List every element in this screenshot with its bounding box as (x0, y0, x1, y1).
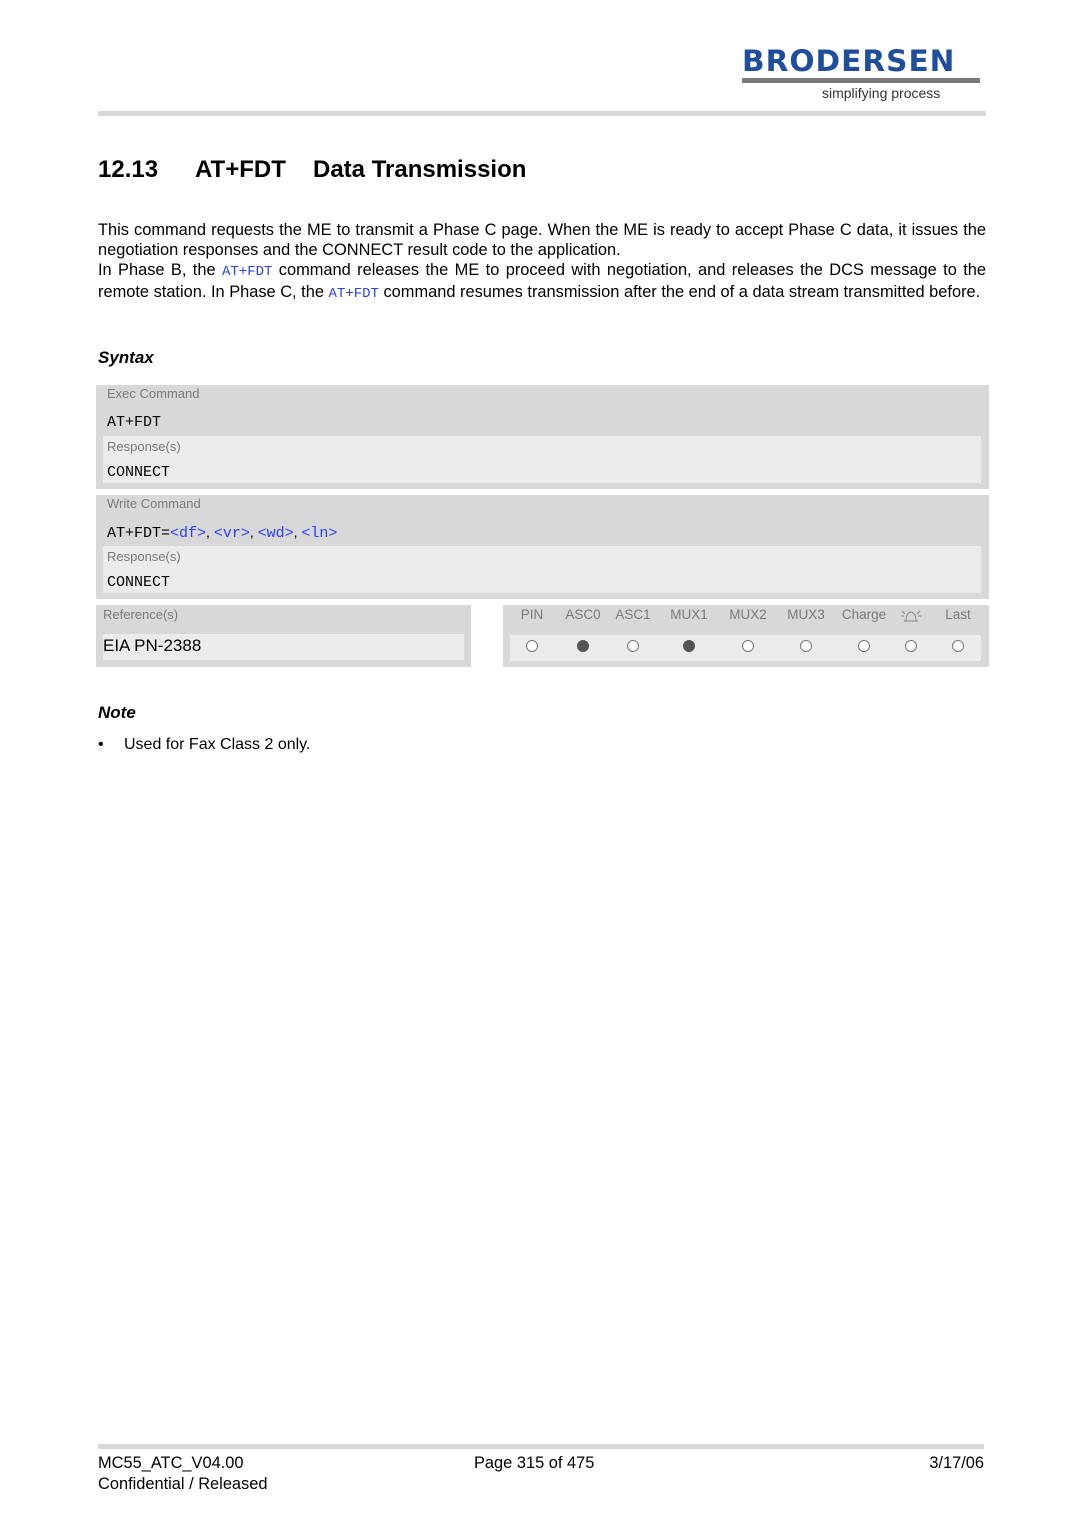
exec-command-box: Exec Command AT+FDT Response(s) CONNECT (96, 385, 989, 489)
exec-response-box: Response(s) CONNECT (103, 436, 981, 483)
matrix-column-label: Last (945, 607, 971, 622)
empty-circle-icon (627, 640, 639, 652)
description-paragraph-1: This command requests the ME to transmit… (98, 221, 986, 259)
matrix-column-label: MUX2 (729, 607, 767, 622)
response-label: Response(s) (107, 549, 181, 564)
text: command resumes transmission after the e… (378, 283, 981, 301)
bullet-icon: • (98, 736, 104, 753)
write-response-box: Response(s) CONNECT (103, 546, 981, 593)
logo-underline (742, 78, 980, 83)
empty-circle-icon (952, 640, 964, 652)
command-link[interactable]: AT+FDT (329, 286, 379, 302)
description: This command requests the ME to transmit… (98, 220, 986, 304)
footer-status: Confidential / Released (98, 1475, 268, 1493)
exec-command: AT+FDT (107, 414, 162, 431)
command-link[interactable]: AT+FDT (222, 264, 272, 280)
footer-page-number: Page 315 of 475 (474, 1454, 595, 1472)
section-title-text: Data Transmission (313, 156, 527, 183)
brand-logo: BRODERSEN (742, 44, 956, 78)
param-link[interactable]: <ln> (301, 525, 337, 542)
alarm-clock-icon (899, 607, 923, 628)
applicability-matrix: PIN ASC0 ASC1 MUX1 MUX2 MUX3 Charge Last (503, 605, 989, 667)
references-value-box: EIA PN-2388 (103, 634, 464, 660)
separator: , (249, 524, 258, 540)
empty-circle-icon (858, 640, 870, 652)
section-command: AT+FDT (195, 156, 286, 183)
matrix-column-label: ASC1 (615, 607, 651, 622)
write-command-label: Write Command (107, 496, 201, 511)
description-paragraph-2: In Phase B, the AT+FDT command releases … (98, 260, 986, 304)
note-heading: Note (98, 703, 136, 722)
note-text: Used for Fax Class 2 only. (124, 736, 311, 753)
separator: , (206, 524, 214, 540)
footer-doc-id: MC55_ATC_V04.00 (98, 1454, 244, 1472)
note-list-item: • Used for Fax Class 2 only. (98, 736, 310, 754)
empty-circle-icon (742, 640, 754, 652)
section-title: 12.13 AT+FDT Data Transmission (98, 156, 526, 184)
matrix-column-label: Charge (841, 607, 887, 622)
filled-circle-icon (577, 640, 589, 652)
exec-response: CONNECT (107, 464, 171, 481)
references-box: Reference(s) EIA PN-2388 (96, 605, 471, 667)
write-response: CONNECT (107, 574, 171, 591)
exec-command-label: Exec Command (107, 386, 200, 401)
header-divider (98, 111, 986, 116)
matrix-column-label: MUX1 (670, 607, 708, 622)
filled-circle-icon (683, 640, 695, 652)
logo-tagline: simplifying process (822, 85, 941, 101)
response-label: Response(s) (107, 439, 181, 454)
section-number: 12.13 (98, 156, 159, 183)
syntax-heading: Syntax (98, 348, 154, 367)
footer-divider (98, 1444, 984, 1449)
references-label: Reference(s) (103, 607, 179, 622)
references-value: EIA PN-2388 (103, 636, 202, 655)
text: In Phase B, the (98, 261, 222, 279)
empty-circle-icon (800, 640, 812, 652)
empty-circle-icon (526, 640, 538, 652)
write-command-box: Write Command AT+FDT=<df>, <vr>, <wd>, <… (96, 495, 989, 599)
footer-date: 3/17/06 (929, 1454, 984, 1472)
param-link[interactable]: <wd> (258, 525, 294, 542)
param-link[interactable]: <vr> (214, 525, 250, 542)
param-link[interactable]: <df> (170, 525, 206, 542)
matrix-column-label: MUX3 (787, 607, 825, 622)
write-command-prefix: AT+FDT= (107, 525, 171, 542)
empty-circle-icon (905, 640, 917, 652)
write-command: AT+FDT=<df>, <vr>, <wd>, <ln> (107, 524, 337, 542)
